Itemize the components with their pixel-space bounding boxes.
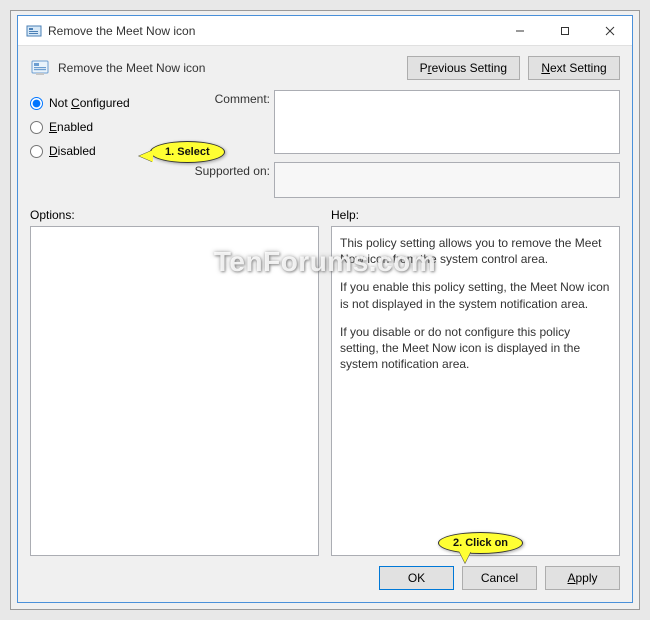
setting-title: Remove the Meet Now icon bbox=[58, 61, 399, 75]
minimize-button[interactable] bbox=[497, 16, 542, 45]
annotation-select: 1. Select bbox=[150, 141, 225, 163]
supported-on-text bbox=[274, 162, 620, 198]
policy-editor-window: Remove the Meet Now icon Remove the Meet… bbox=[17, 15, 633, 603]
help-text: This policy setting allows you to remove… bbox=[340, 235, 611, 267]
app-icon bbox=[26, 23, 42, 39]
radio-not-configured[interactable]: Not Configured bbox=[30, 96, 180, 110]
cancel-button[interactable]: Cancel bbox=[462, 566, 537, 590]
next-setting-button[interactable]: Next Setting bbox=[528, 56, 620, 80]
window-title: Remove the Meet Now icon bbox=[48, 24, 497, 38]
radio-enabled-input[interactable] bbox=[30, 121, 43, 134]
apply-button[interactable]: Apply bbox=[545, 566, 620, 590]
options-label: Options: bbox=[30, 208, 319, 222]
annotation-click: 2. Click on bbox=[438, 532, 523, 554]
radio-not-configured-input[interactable] bbox=[30, 97, 43, 110]
supported-label: Supported on: bbox=[192, 162, 274, 178]
help-text: If you disable or do not configure this … bbox=[340, 324, 611, 373]
help-panel: This policy setting allows you to remove… bbox=[331, 226, 620, 556]
previous-setting-button[interactable]: Previous Setting bbox=[407, 56, 520, 80]
comment-textarea[interactable] bbox=[274, 90, 620, 154]
titlebar: Remove the Meet Now icon bbox=[18, 16, 632, 46]
help-label: Help: bbox=[331, 208, 620, 222]
comment-label: Comment: bbox=[192, 90, 274, 106]
close-button[interactable] bbox=[587, 16, 632, 45]
maximize-button[interactable] bbox=[542, 16, 587, 45]
help-text: If you enable this policy setting, the M… bbox=[340, 279, 611, 311]
policy-icon bbox=[30, 58, 50, 78]
options-panel bbox=[30, 226, 319, 556]
ok-button[interactable]: OK bbox=[379, 566, 454, 590]
radio-disabled-input[interactable] bbox=[30, 145, 43, 158]
radio-enabled[interactable]: Enabled bbox=[30, 120, 180, 134]
